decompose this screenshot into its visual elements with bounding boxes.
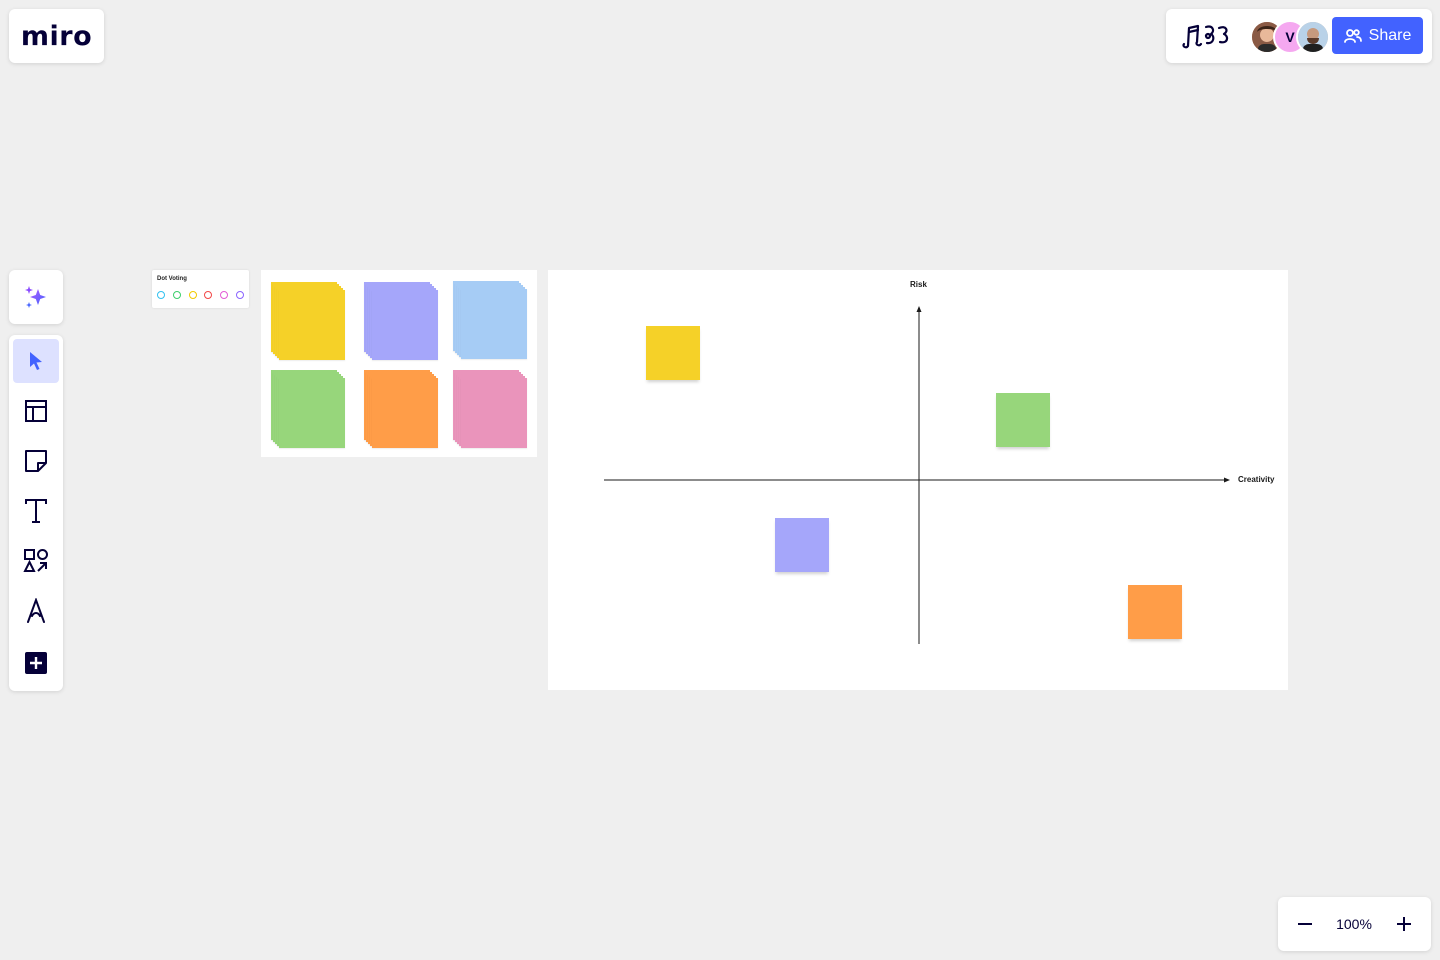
pen-icon [25,598,47,624]
avatar[interactable] [1296,20,1330,54]
sticky-note-layer [372,290,438,360]
text-tool[interactable] [13,489,59,533]
sticky-note-pad[interactable] [271,370,345,448]
share-button[interactable]: Share [1332,17,1423,54]
miro-logo[interactable]: miro [9,9,104,63]
select-tool[interactable] [13,339,59,383]
minus-icon [1296,915,1314,933]
more-tools-button[interactable] [13,641,59,685]
templates-tool[interactable] [13,389,59,433]
pen-tool[interactable] [13,589,59,633]
collaborator-avatars[interactable]: V [1250,20,1332,54]
creation-toolbar [9,335,63,691]
board-header-right: V Share [1166,9,1432,63]
voting-dot[interactable] [220,291,229,299]
sticky-note[interactable] [995,392,1050,447]
logo-text: miro [20,20,93,52]
voting-dot[interactable] [157,291,165,299]
text-icon [24,498,48,524]
sticky-note-layer [279,378,345,448]
share-label: Share [1368,26,1412,44]
voting-dot[interactable] [236,291,244,299]
sticky-note-layer [279,290,345,360]
plus-icon [1395,915,1413,933]
sticky-note-tool[interactable] [13,439,59,483]
sticky-note-layer [372,378,438,448]
shapes-icon [23,548,49,574]
people-icon [1343,28,1362,44]
zoom-level[interactable]: 100% [1328,897,1380,951]
cursor-icon [26,350,46,372]
sticky-note-pad[interactable] [453,281,527,359]
dot-voting-title: Dot Voting [157,276,187,282]
sparkle-icon [22,283,50,311]
voting-dot[interactable] [204,291,213,299]
x-axis-label: Creativity [1238,475,1275,484]
sticky-note-layer [461,289,527,359]
ai-assistant-button[interactable] [9,270,63,324]
sticky-note-pad[interactable] [453,370,527,448]
plus-square-icon [24,651,48,675]
risk-creativity-matrix[interactable]: Risk Creativity [548,270,1288,690]
sticky-note-icon [24,449,48,473]
sticky-note[interactable] [646,325,701,380]
zoom-out-button[interactable] [1290,909,1320,939]
sticky-note-pad[interactable] [271,282,345,360]
sticky-note[interactable] [775,518,830,573]
layout-icon [24,399,48,423]
zoom-controls: 100% [1278,897,1431,951]
voting-dot[interactable] [172,291,181,299]
reactions-icon[interactable] [1180,22,1232,50]
sticky-note[interactable] [1128,585,1183,640]
sticky-note-pads[interactable] [261,270,537,457]
shapes-tool[interactable] [13,539,59,583]
dot-voting-frame[interactable]: Dot Voting [152,270,249,308]
zoom-in-button[interactable] [1389,909,1419,939]
sticky-note-layer [461,378,527,448]
sticky-note-pad[interactable] [364,282,438,360]
y-axis-label: Risk [910,280,927,289]
voting-dot[interactable] [188,291,197,299]
sticky-note-pad[interactable] [364,370,438,448]
